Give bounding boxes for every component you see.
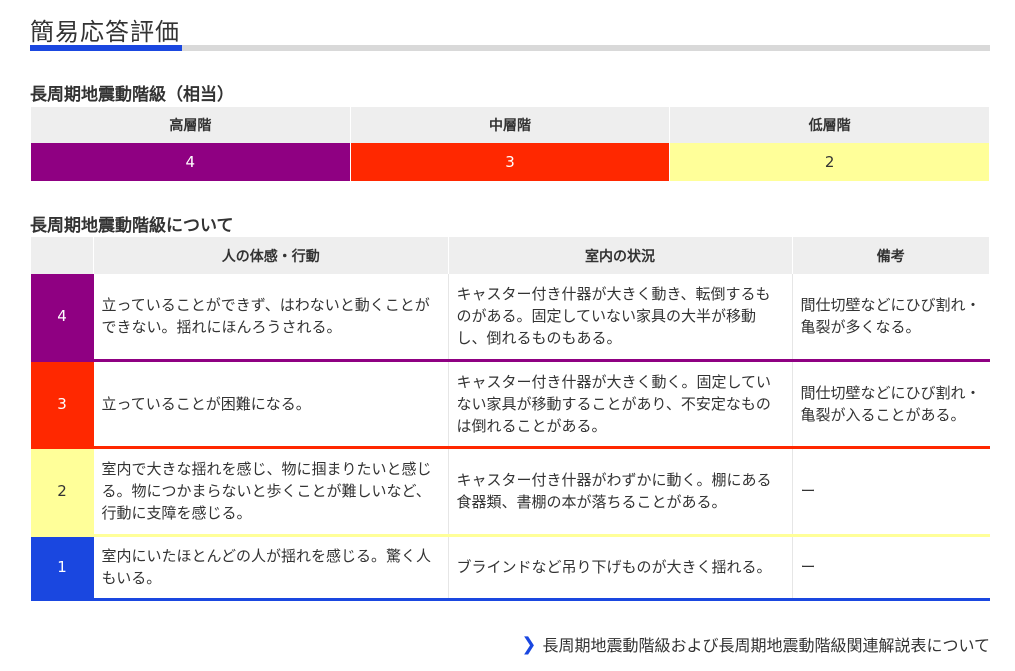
table-row: 2 室内で大きな揺れを感じ、物に掴まりたいと感じる。物につかまらないと歩くことが… — [30, 447, 990, 537]
body-cell: 室内にいたほとんどの人が揺れを感じる。驚く人もいる。 — [93, 535, 449, 601]
header-mid-floor: 中層階 — [349, 107, 671, 143]
value-high-floor: 4 — [30, 143, 351, 181]
equivalent-table: 高層階 中層階 低層階 4 3 2 — [30, 107, 990, 181]
explanation-link-label[interactable]: 長周期地震動階級および長周期地震動階級関連解説表について — [542, 632, 990, 656]
chevron-right-icon: ❯ — [521, 633, 537, 655]
room-cell: キャスター付き什器がわずかに動く。棚にある食器類、書棚の本が落ちることがある。 — [448, 447, 793, 537]
title-underline-accent — [30, 45, 182, 51]
about-heading: 長周期地震動階級について — [30, 216, 234, 236]
body-cell: 室内で大きな揺れを感じ、物に掴まりたいと感じる。物につかまらないと歩くことが難し… — [93, 447, 449, 537]
header-level — [30, 237, 94, 274]
body-cell: 立っていることが困難になる。 — [93, 360, 449, 449]
level-cell: 3 — [30, 360, 94, 449]
note-cell: 間仕切壁などにひび割れ・亀裂が入ることがある。 — [792, 360, 990, 449]
level-cell: 1 — [30, 535, 94, 601]
title-underline — [30, 45, 990, 51]
value-low-floor: 2 — [669, 143, 990, 181]
note-cell: ー — [792, 535, 990, 601]
room-cell: ブラインドなど吊り下げものが大きく揺れる。 — [448, 535, 793, 601]
about-table: 人の体感・行動 室内の状況 備考 4 立っていることができず、はわないと動くこと… — [30, 237, 990, 601]
header-room-status: 室内の状況 — [447, 237, 793, 274]
room-cell: キャスター付き什器が大きく動き、転倒するものがある。固定していない家具の大半が移… — [448, 274, 793, 362]
header-low-floor: 低層階 — [669, 107, 990, 143]
page-title: 簡易応答評価 — [30, 18, 180, 46]
table-row: 3 立っていることが困難になる。 キャスター付き什器が大きく動く。固定していない… — [30, 360, 990, 449]
value-mid-floor: 3 — [349, 143, 671, 181]
body-cell: 立っていることができず、はわないと動くことができない。揺れにほんろうされる。 — [93, 274, 449, 362]
level-cell: 2 — [30, 447, 94, 537]
equivalent-heading: 長周期地震動階級（相当） — [30, 85, 234, 105]
header-body-sense: 人の体感・行動 — [93, 237, 449, 274]
table-row: 4 立っていることができず、はわないと動くことができない。揺れにほんろうされる。… — [30, 274, 990, 362]
room-cell: キャスター付き什器が大きく動く。固定していない家具が移動することがあり、不安定な… — [448, 360, 793, 449]
explanation-link[interactable]: ❯ 長周期地震動階級および長周期地震動階級関連解説表について — [521, 632, 990, 656]
header-note: 備考 — [791, 237, 990, 274]
level-cell: 4 — [30, 274, 94, 362]
note-cell: ー — [792, 447, 990, 537]
header-high-floor: 高層階 — [30, 107, 351, 143]
note-cell: 間仕切壁などにひび割れ・亀裂が多くなる。 — [792, 274, 990, 362]
table-row: 1 室内にいたほとんどの人が揺れを感じる。驚く人もいる。 ブラインドなど吊り下げ… — [30, 535, 990, 601]
